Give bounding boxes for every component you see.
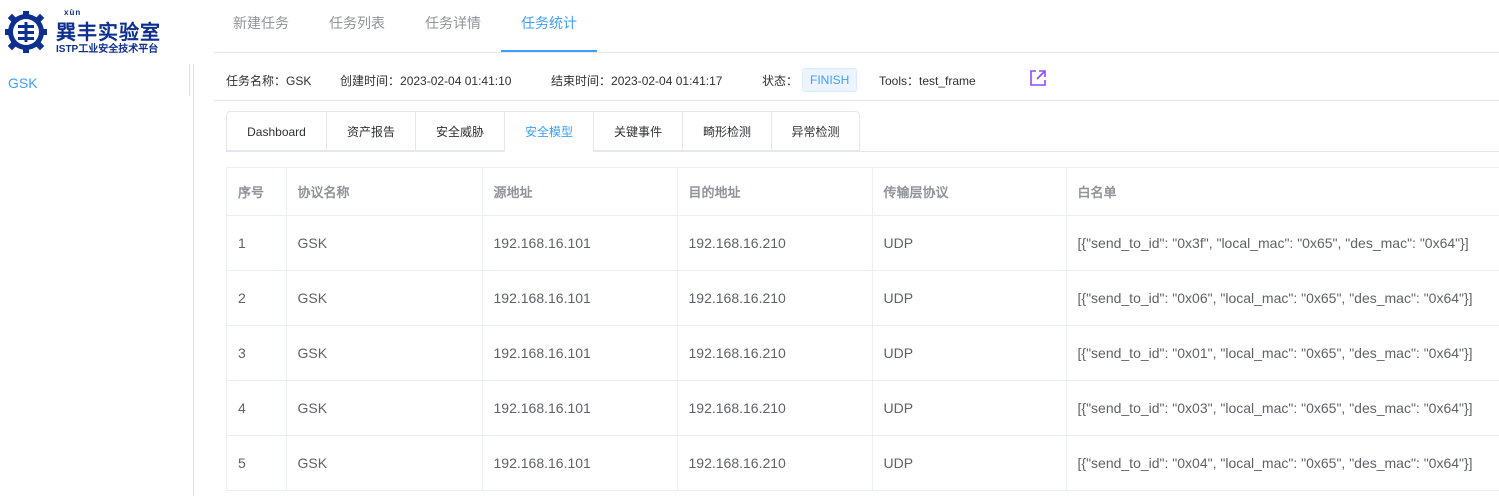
cell-protocol: GSK xyxy=(286,380,483,436)
cell-destination: 192.168.16.210 xyxy=(677,380,873,436)
tab-key-events[interactable]: 关键事件 xyxy=(593,111,682,151)
tools-value: test_frame xyxy=(919,74,976,88)
created-time-value: 2023-02-04 01:41:10 xyxy=(400,74,512,88)
cell-destination: 192.168.16.210 xyxy=(677,215,873,271)
cell-destination: 192.168.16.210 xyxy=(677,270,873,326)
content-divider xyxy=(193,64,194,496)
cell-source: 192.168.16.101 xyxy=(482,380,678,436)
task-name-field: 任务名称：GSK xyxy=(226,72,311,89)
tab-security-threat[interactable]: 安全威胁 xyxy=(415,111,504,151)
sidebar-divider xyxy=(189,64,190,96)
cell-transport: UDP xyxy=(872,270,1067,326)
top-nav: 新建任务 任务列表 任务详情 任务统计 xyxy=(214,0,1499,53)
tab-dashboard[interactable]: Dashboard xyxy=(226,111,326,151)
tools-field: Tools：test_frame xyxy=(879,72,976,89)
external-link-icon[interactable] xyxy=(1029,69,1047,87)
cell-transport: UDP xyxy=(872,325,1067,381)
table-row: 4 GSK 192.168.16.101 192.168.16.210 UDP … xyxy=(227,380,1499,436)
cell-destination: 192.168.16.210 xyxy=(677,435,873,491)
cell-transport: UDP xyxy=(872,215,1067,271)
table-row: 2 GSK 192.168.16.101 192.168.16.210 UDP … xyxy=(227,270,1499,326)
col-header-index: 序号 xyxy=(227,168,287,216)
cell-index: 5 xyxy=(227,435,287,491)
cell-whitelist: [{"send_to_id": "0x03", "local_mac": "0x… xyxy=(1066,380,1499,436)
cell-index: 1 xyxy=(227,215,287,271)
info-divider xyxy=(214,100,1499,101)
cell-index: 2 xyxy=(227,270,287,326)
col-header-transport: 传输层协议 xyxy=(872,168,1067,216)
col-header-source: 源地址 xyxy=(482,168,678,216)
cell-whitelist: [{"send_to_id": "0x3f", "local_mac": "0x… xyxy=(1066,215,1499,271)
col-header-destination: 目的地址 xyxy=(677,168,873,216)
tab-asset-report[interactable]: 资产报告 xyxy=(326,111,415,151)
logo: xùn 巽丰实验室 ISTP工业安全技术平台 xyxy=(4,8,194,55)
table-row: 3 GSK 192.168.16.101 192.168.16.210 UDP … xyxy=(227,325,1499,381)
gear-emblem-icon xyxy=(5,11,47,53)
status-label: 状态： xyxy=(762,74,799,88)
end-time-value: 2023-02-04 01:41:17 xyxy=(611,74,723,88)
end-time-label: 结束时间： xyxy=(551,74,612,88)
logo-subtitle: ISTP工业安全技术平台 xyxy=(56,44,159,55)
cell-whitelist: [{"send_to_id": "0x01", "local_mac": "0x… xyxy=(1066,325,1499,381)
col-header-protocol: 协议名称 xyxy=(286,168,483,216)
task-info-bar: 任务名称：GSK 创建时间：2023-02-04 01:41:10 结束时间：2… xyxy=(226,68,1499,92)
cell-transport: UDP xyxy=(872,435,1067,491)
tabs-baseline xyxy=(226,151,1499,152)
col-header-whitelist: 白名单 xyxy=(1066,168,1499,216)
cell-source: 192.168.16.101 xyxy=(482,270,678,326)
cell-whitelist: [{"send_to_id": "0x04", "local_mac": "0x… xyxy=(1066,435,1499,491)
table-header-row: 序号 协议名称 源地址 目的地址 传输层协议 白名单 xyxy=(227,168,1499,216)
cell-source: 192.168.16.101 xyxy=(482,435,678,491)
cell-source: 192.168.16.101 xyxy=(482,325,678,381)
created-time-label: 创建时间： xyxy=(340,74,401,88)
cell-protocol: GSK xyxy=(286,215,483,271)
nav-new-task[interactable]: 新建任务 xyxy=(214,0,308,52)
security-model-table: 序号 协议名称 源地址 目的地址 传输层协议 白名单 1 GSK 192.168… xyxy=(226,167,1499,491)
cell-index: 3 xyxy=(227,325,287,381)
sidebar-item-gsk[interactable]: GSK xyxy=(8,75,38,91)
cell-whitelist: [{"send_to_id": "0x06", "local_mac": "0x… xyxy=(1066,270,1499,326)
status-badge: FINISH xyxy=(802,68,858,92)
nav-task-detail[interactable]: 任务详情 xyxy=(406,0,500,52)
table-row: 1 GSK 192.168.16.101 192.168.16.210 UDP … xyxy=(227,215,1499,271)
cell-protocol: GSK xyxy=(286,270,483,326)
tab-anomaly-detection[interactable]: 异常检测 xyxy=(771,111,860,151)
nav-task-list[interactable]: 任务列表 xyxy=(310,0,404,52)
table-row: 5 GSK 192.168.16.101 192.168.16.210 UDP … xyxy=(227,435,1499,491)
task-name-value: GSK xyxy=(286,74,312,88)
cell-source: 192.168.16.101 xyxy=(482,215,678,271)
tools-label: Tools： xyxy=(879,74,920,88)
cell-protocol: GSK xyxy=(286,435,483,491)
created-time-field: 创建时间：2023-02-04 01:41:10 xyxy=(340,72,511,89)
tab-malformed-detection[interactable]: 畸形检测 xyxy=(682,111,771,151)
cell-transport: UDP xyxy=(872,380,1067,436)
cell-protocol: GSK xyxy=(286,325,483,381)
cell-index: 4 xyxy=(227,380,287,436)
nav-task-stats[interactable]: 任务统计 xyxy=(501,0,597,52)
tab-security-model[interactable]: 安全模型 xyxy=(504,111,593,152)
task-name-label: 任务名称： xyxy=(226,74,287,88)
cell-destination: 192.168.16.210 xyxy=(677,325,873,381)
end-time-field: 结束时间：2023-02-04 01:41:17 xyxy=(551,72,722,89)
